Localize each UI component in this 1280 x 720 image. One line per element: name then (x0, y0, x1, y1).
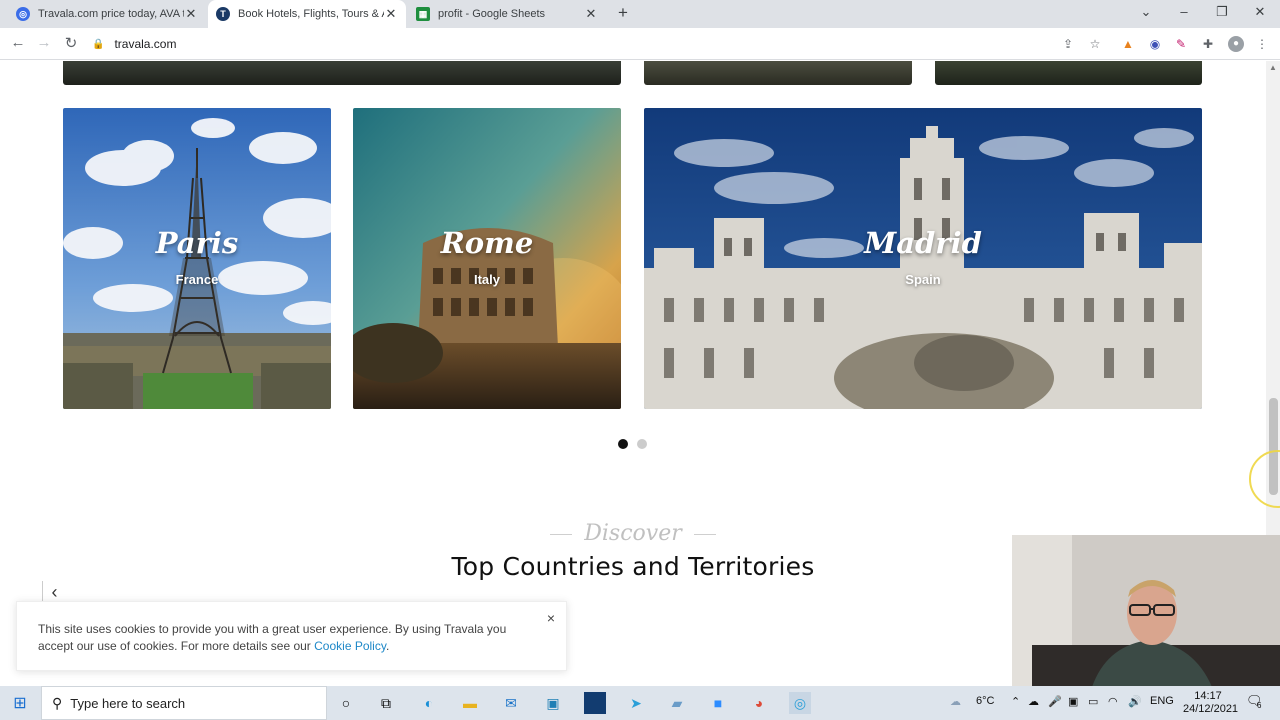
tab-title: Book Hotels, Flights, Tours & Act (238, 8, 384, 20)
taskbar-search-input[interactable]: ⚲ Type here to search (41, 686, 327, 720)
destination-card-rome[interactable]: Rome Italy (353, 108, 621, 409)
close-window-icon[interactable]: ✕ (1250, 4, 1270, 20)
recorder-icon[interactable]: ◎ (789, 692, 811, 714)
extensions-puzzle-icon[interactable]: ✚ (1200, 36, 1216, 52)
forward-icon[interactable]: → (34, 34, 54, 51)
sheets-icon: ▦ (416, 7, 430, 21)
cookie-text-end: . (385, 639, 390, 653)
lock-icon: 🔒 (92, 38, 105, 50)
close-tab-icon[interactable]: ✕ (384, 6, 398, 22)
city-name: Paris (155, 226, 239, 260)
clock-time: 14:17 (1194, 690, 1222, 702)
carousel-dot-1[interactable] (618, 439, 628, 449)
tab-search-icon[interactable]: ⌄ (1136, 4, 1156, 20)
app-dark-icon[interactable] (584, 692, 606, 714)
tab-travala-book[interactable]: T Book Hotels, Flights, Tours & Act ✕ (208, 0, 406, 28)
carousel-dot-2[interactable] (637, 439, 647, 449)
volume-icon[interactable]: 🔊 (1128, 695, 1142, 708)
profile-avatar[interactable]: ● (1228, 36, 1244, 52)
weather-icon: ☁ (950, 696, 961, 708)
cookie-banner: This site uses cookies to provide you wi… (16, 601, 567, 671)
windows-start-icon[interactable]: ⊞ (9, 692, 31, 714)
webcam-overlay (1012, 535, 1280, 687)
clock-date: 24/12/2021 (1183, 703, 1239, 715)
close-icon[interactable]: × (547, 610, 555, 627)
destination-card-paris[interactable]: Paris France (63, 108, 331, 409)
cookie-policy-link[interactable]: Cookie Policy (314, 639, 386, 653)
destination-card-partial[interactable] (63, 61, 621, 85)
city-name: Madrid (864, 226, 982, 260)
close-tab-icon[interactable]: ✕ (184, 6, 198, 22)
menu-kebab-icon[interactable]: ⋮ (1254, 36, 1270, 52)
weather-temp[interactable]: 6°C (976, 695, 994, 707)
mic-icon[interactable]: 🎤 (1048, 695, 1062, 708)
url-text: travala.com (114, 37, 177, 51)
coin-icon: ◎ (16, 7, 30, 21)
task-view-icon[interactable]: ⧉ (375, 692, 397, 714)
address-bar: ← → ↻ 🔒 travala.com ⇪ ☆ ▲ ◉ ✎ ✚ ● ⋮ (0, 28, 1280, 60)
destination-card-partial[interactable] (935, 61, 1202, 85)
wifi-icon[interactable]: ◠ (1108, 695, 1118, 708)
extension-feather-icon[interactable]: ✎ (1173, 36, 1189, 52)
country-name: Spain (905, 272, 941, 287)
tab-travala-price[interactable]: ◎ Travala.com price today, AVA to ✕ (8, 0, 206, 28)
destination-card-madrid[interactable]: Madrid Spain (644, 108, 1202, 409)
new-tab-button[interactable]: + (613, 3, 633, 23)
tab-google-sheets[interactable]: ▦ profit - Google Sheets ✕ (408, 0, 606, 28)
onedrive-icon[interactable]: ☁ (1028, 695, 1039, 708)
country-name: Italy (473, 272, 500, 287)
country-name: France (175, 272, 219, 287)
edge-icon[interactable]: ◐ (418, 692, 440, 714)
cortana-icon[interactable]: ○ (335, 692, 357, 714)
telegram-icon[interactable]: ➤ (625, 692, 647, 714)
file-explorer-icon[interactable]: ▬ (459, 692, 481, 714)
language-indicator[interactable]: ENG (1150, 695, 1174, 707)
bookmark-star-icon[interactable]: ☆ (1087, 36, 1103, 52)
close-tab-icon[interactable]: ✕ (584, 6, 598, 22)
mail-icon[interactable]: ✉ (500, 692, 522, 714)
tray-expand-icon[interactable]: ⌃ (1011, 695, 1020, 708)
travala-logo-icon: T (216, 7, 230, 21)
search-icon: ⚲ (52, 694, 63, 711)
metamask-icon[interactable]: ▲ (1120, 36, 1136, 52)
search-placeholder: Type here to search (70, 695, 186, 711)
restore-icon[interactable]: ❐ (1212, 4, 1232, 20)
reload-icon[interactable]: ↻ (61, 34, 81, 52)
app-icon[interactable]: ▣ (542, 692, 564, 714)
notification-count: 6 (1257, 701, 1262, 710)
destination-card-partial[interactable] (644, 61, 912, 85)
presenter-video (1012, 535, 1280, 687)
battery-icon[interactable]: ▭ (1088, 695, 1098, 708)
windows-taskbar: ⊞ ⚲ Type here to search ○ ⧉ ◐ ▬ ✉ ▣ ➤ ▰ … (0, 686, 1280, 720)
app-window-icon[interactable]: ▰ (666, 692, 688, 714)
url-field[interactable]: 🔒 travala.com (92, 32, 1108, 56)
scroll-up-icon[interactable]: ▲ (1269, 63, 1277, 72)
chrome-icon[interactable]: ◕ (748, 692, 770, 714)
tab-title: Travala.com price today, AVA to (38, 8, 184, 20)
browser-tab-bar: ◎ Travala.com price today, AVA to ✕ T Bo… (0, 0, 1280, 28)
cookie-text: This site uses cookies to provide you wi… (38, 622, 507, 653)
city-name: Rome (440, 226, 534, 260)
tab-title: profit - Google Sheets (438, 8, 546, 20)
extension-circle-icon[interactable]: ◉ (1147, 36, 1163, 52)
minimize-icon[interactable]: – (1174, 4, 1194, 19)
network-app-icon[interactable]: ▣ (1068, 695, 1078, 708)
back-icon[interactable]: ← (8, 34, 28, 51)
zoom-icon[interactable]: ■ (707, 692, 729, 714)
share-icon[interactable]: ⇪ (1060, 36, 1076, 52)
clock[interactable]: 14:17 24/12/2021 (1183, 690, 1239, 716)
